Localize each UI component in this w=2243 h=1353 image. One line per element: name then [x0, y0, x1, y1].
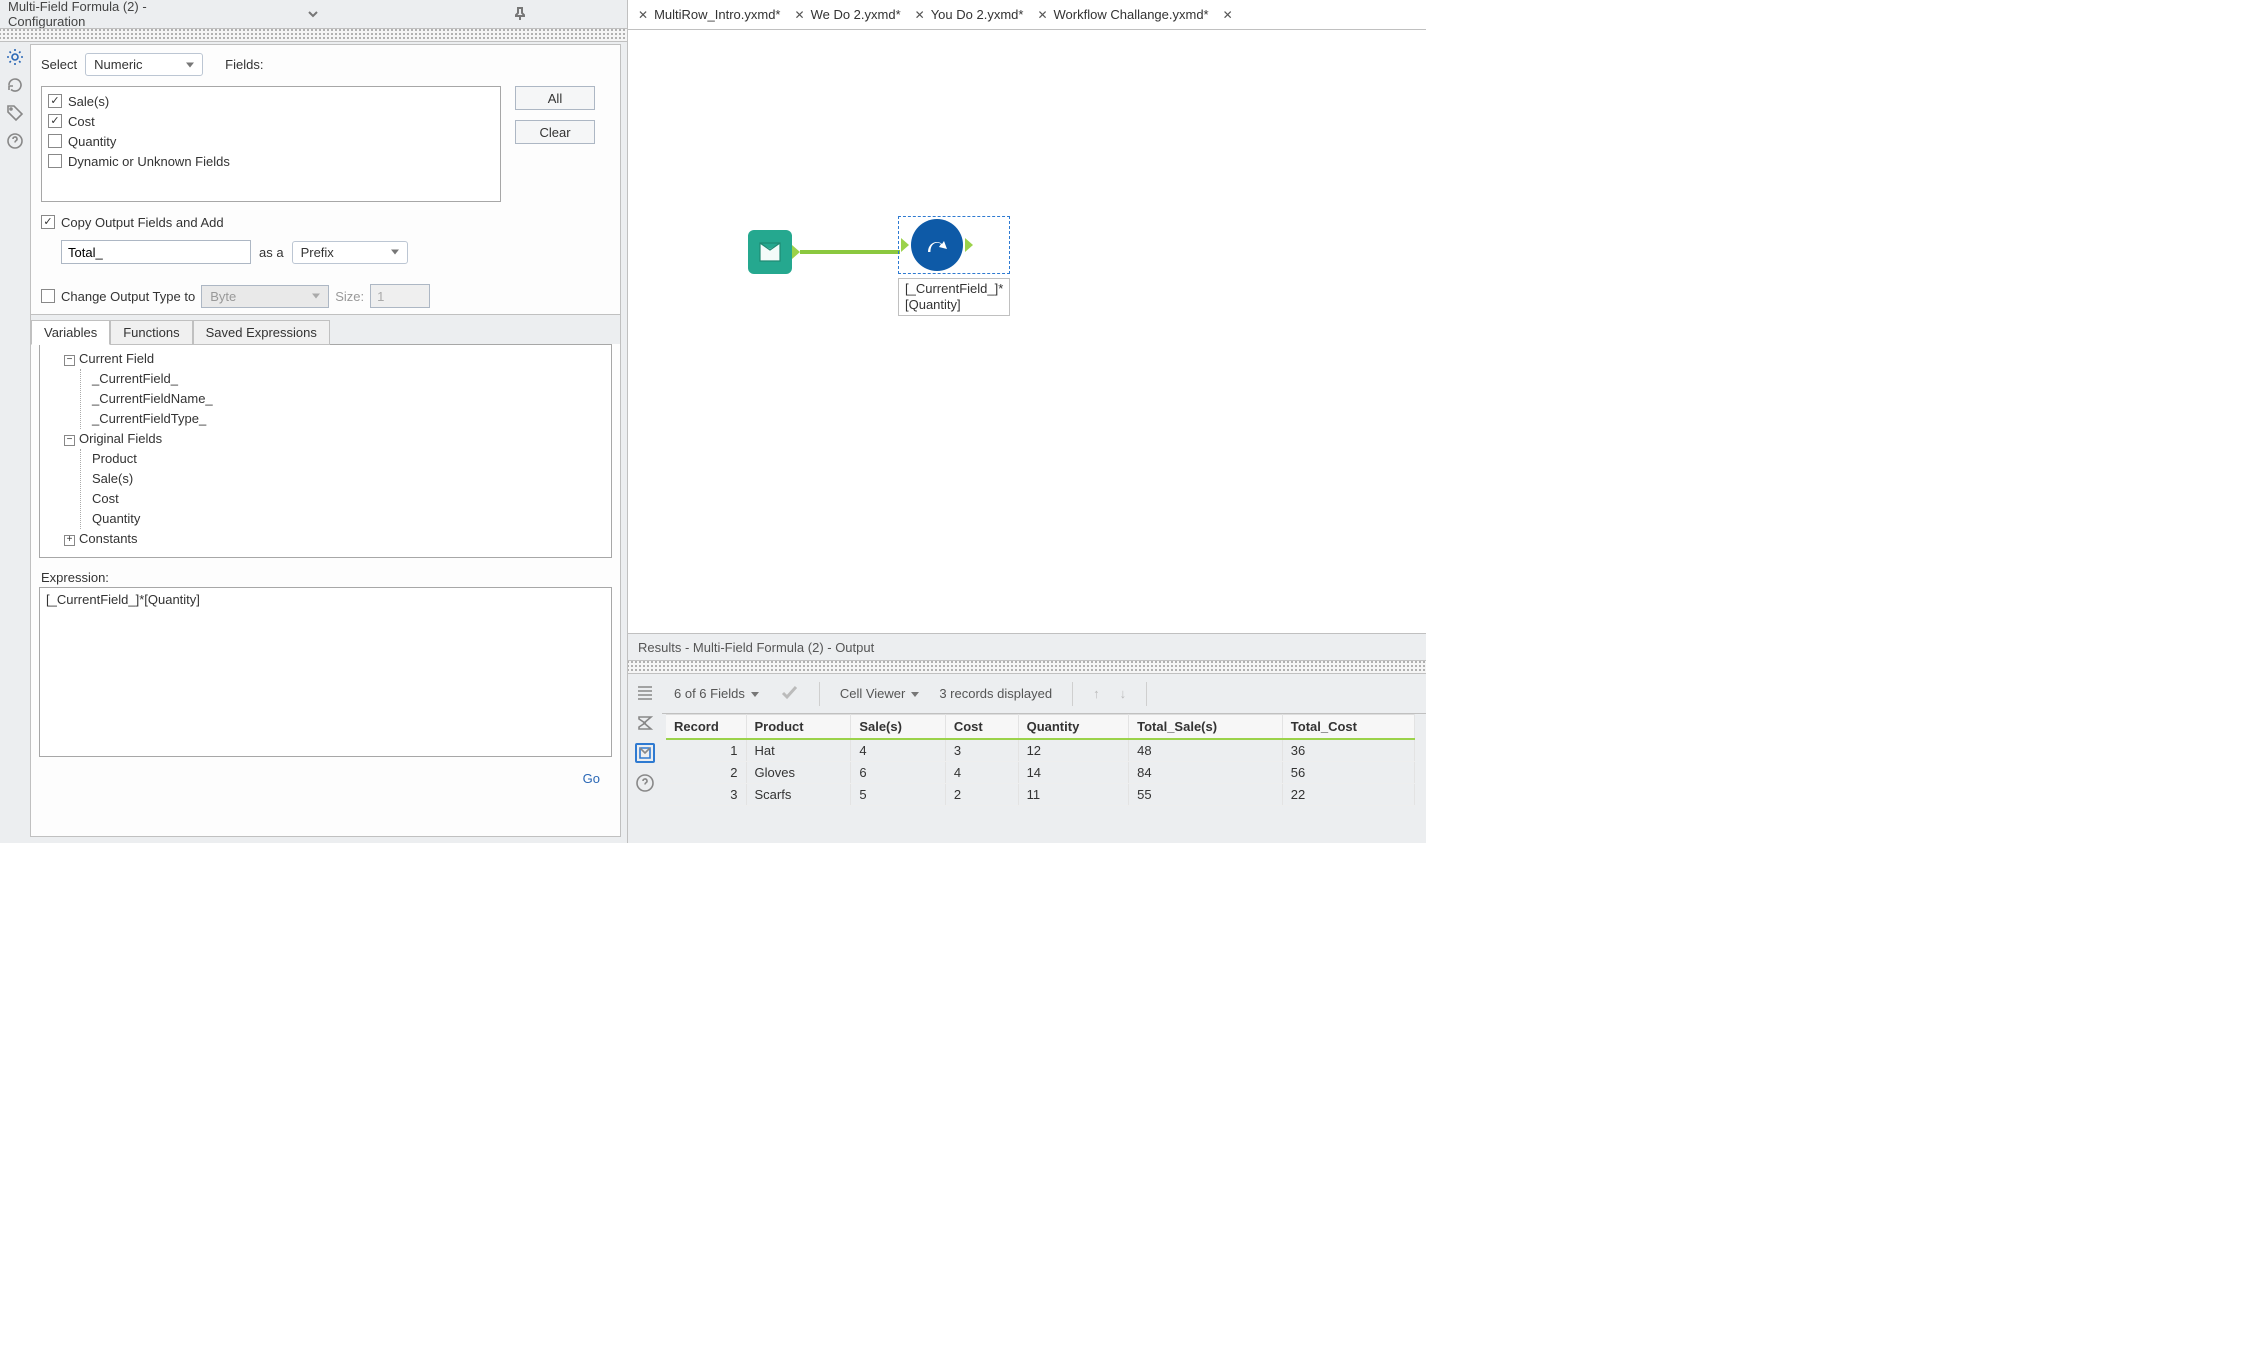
- tab-functions[interactable]: Functions: [110, 320, 192, 345]
- list-view-icon[interactable]: [634, 682, 656, 704]
- metadata-view-icon[interactable]: [634, 742, 656, 764]
- checkbox-sales[interactable]: [48, 94, 62, 108]
- collapse-icon[interactable]: [214, 6, 412, 22]
- copy-output-label: Copy Output Fields and Add: [61, 215, 224, 230]
- tree-item[interactable]: Cost: [46, 489, 605, 509]
- pin-icon[interactable]: [421, 6, 619, 22]
- expression-editor[interactable]: [_CurrentField_]*[Quantity]: [39, 587, 612, 757]
- col-header[interactable]: Product: [746, 715, 851, 740]
- sigma-icon[interactable]: [634, 712, 656, 734]
- multi-field-formula-tool-node[interactable]: [_CurrentField_]* [Quantity]: [898, 216, 1010, 316]
- workflow-canvas[interactable]: [_CurrentField_]* [Quantity]: [628, 30, 1426, 633]
- table-row[interactable]: 2Gloves64148456: [666, 762, 1414, 784]
- help-icon[interactable]: [6, 132, 24, 150]
- arrow-down-icon[interactable]: ↓: [1120, 686, 1127, 701]
- variables-tree[interactable]: −Current Field _CurrentField_ _CurrentFi…: [39, 344, 612, 558]
- tree-toggle-icon[interactable]: −: [64, 355, 75, 366]
- all-button[interactable]: All: [515, 86, 595, 110]
- results-toolbar: 6 of 6 Fields Cell Viewer 3 records disp…: [662, 674, 1426, 714]
- col-header[interactable]: Record: [666, 715, 746, 740]
- input-anchor-icon[interactable]: [901, 238, 909, 252]
- checkbox-dynamic[interactable]: [48, 154, 62, 168]
- close-icon[interactable]: ✕: [1223, 8, 1233, 22]
- output-anchor-icon[interactable]: [792, 245, 800, 259]
- tree-item[interactable]: Quantity: [46, 509, 605, 529]
- output-anchor-icon[interactable]: [965, 238, 973, 252]
- tree-item[interactable]: Sale(s): [46, 469, 605, 489]
- tag-icon[interactable]: [6, 104, 24, 122]
- close-icon[interactable]: ✕: [638, 8, 648, 22]
- panel-grip[interactable]: [0, 28, 627, 42]
- refresh-icon[interactable]: [6, 76, 24, 94]
- prefix-input[interactable]: [61, 240, 251, 264]
- config-panel-title-bar: Multi-Field Formula (2) - Configuration: [0, 0, 627, 28]
- size-label: Size:: [335, 289, 364, 304]
- text-input-tool-icon: [748, 230, 792, 274]
- fields-dropdown[interactable]: 6 of 6 Fields: [674, 686, 759, 701]
- expression-label: Expression:: [31, 566, 620, 587]
- multi-field-formula-tool-icon: [911, 219, 963, 271]
- clear-button[interactable]: Clear: [515, 120, 595, 144]
- help-icon[interactable]: [634, 772, 656, 794]
- text-input-tool-node[interactable]: [748, 230, 792, 274]
- checkbox-copy-output[interactable]: [41, 215, 55, 229]
- col-header[interactable]: Cost: [945, 715, 1018, 740]
- tree-item[interactable]: _CurrentField_: [46, 369, 605, 389]
- tree-item[interactable]: Product: [46, 449, 605, 469]
- doc-tab[interactable]: ✕MultiRow_Intro.yxmd*: [634, 7, 785, 22]
- panel-grip[interactable]: [628, 660, 1426, 674]
- results-table[interactable]: Record Product Sale(s) Cost Quantity Tot…: [666, 714, 1415, 806]
- records-displayed-label: 3 records displayed: [939, 686, 1052, 701]
- tree-toggle-icon[interactable]: −: [64, 435, 75, 446]
- table-row[interactable]: 3Scarfs52115522: [666, 784, 1414, 806]
- gear-icon[interactable]: [6, 48, 24, 66]
- prefix-suffix-dropdown[interactable]: Prefix: [292, 241, 408, 264]
- col-header[interactable]: Total_Cost: [1282, 715, 1414, 740]
- table-row[interactable]: 1Hat43124836: [666, 739, 1414, 762]
- tab-saved-expressions[interactable]: Saved Expressions: [193, 320, 330, 345]
- doc-tab[interactable]: ✕Workflow Challange.yxmd*: [1033, 7, 1212, 22]
- change-output-label: Change Output Type to: [61, 289, 195, 304]
- tab-variables[interactable]: Variables: [31, 320, 110, 345]
- doc-tab[interactable]: ✕We Do 2.yxmd*: [791, 7, 905, 22]
- connection-wire[interactable]: [800, 250, 900, 254]
- tree-item[interactable]: _CurrentFieldName_: [46, 389, 605, 409]
- tree-toggle-icon[interactable]: +: [64, 535, 75, 546]
- doc-tab-partial[interactable]: ✕: [1219, 8, 1237, 22]
- col-header[interactable]: Total_Sale(s): [1129, 715, 1283, 740]
- output-type-dropdown: Byte: [201, 285, 329, 308]
- col-header[interactable]: Sale(s): [851, 715, 946, 740]
- select-type-dropdown[interactable]: Numeric: [85, 53, 203, 76]
- checkbox-change-output-type[interactable]: [41, 289, 55, 303]
- checkbox-cost[interactable]: [48, 114, 62, 128]
- config-title-text: Multi-Field Formula (2) - Configuration: [8, 0, 206, 29]
- close-icon[interactable]: ✕: [915, 8, 925, 22]
- close-icon[interactable]: ✕: [1037, 8, 1047, 22]
- close-icon[interactable]: ✕: [795, 8, 805, 22]
- document-tab-bar: ✕MultiRow_Intro.yxmd* ✕We Do 2.yxmd* ✕Yo…: [628, 0, 1426, 30]
- cell-viewer-dropdown[interactable]: Cell Viewer: [840, 686, 920, 701]
- col-header[interactable]: Quantity: [1018, 715, 1129, 740]
- size-input: [370, 284, 430, 308]
- tool-annotation: [_CurrentField_]* [Quantity]: [898, 278, 1010, 316]
- tree-item[interactable]: _CurrentFieldType_: [46, 409, 605, 429]
- doc-tab[interactable]: ✕You Do 2.yxmd*: [911, 7, 1028, 22]
- apply-check-icon[interactable]: [779, 682, 799, 705]
- go-link[interactable]: Go: [583, 771, 600, 786]
- field-checklist[interactable]: Sale(s) Cost Quantity Dynamic or Unknown…: [41, 86, 501, 202]
- select-label: Select: [41, 57, 77, 72]
- results-title: Results - Multi-Field Formula (2) - Outp…: [628, 634, 1426, 660]
- as-a-label: as a: [259, 245, 284, 260]
- fields-label: Fields:: [225, 57, 263, 72]
- checkbox-quantity[interactable]: [48, 134, 62, 148]
- arrow-up-icon[interactable]: ↑: [1093, 686, 1100, 701]
